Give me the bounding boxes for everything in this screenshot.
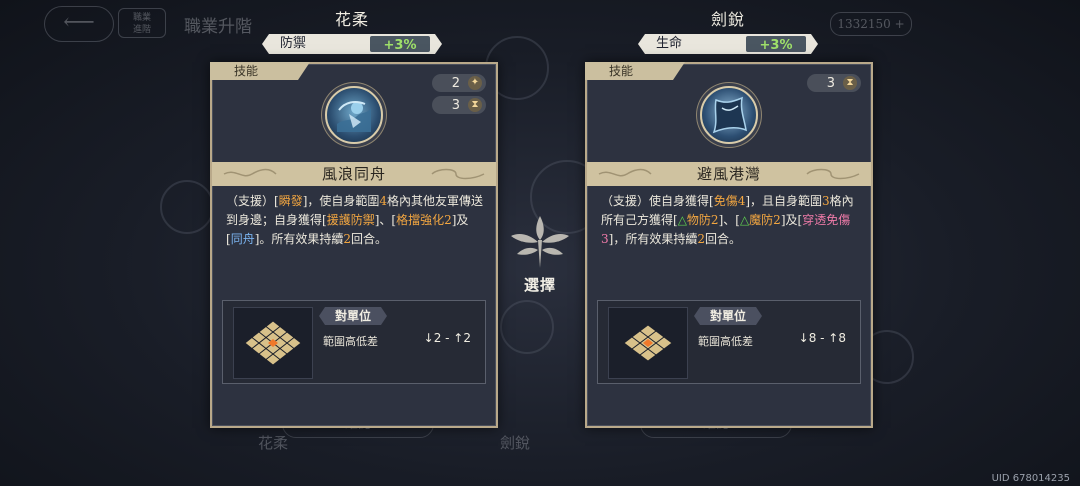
skill-description: （支援）[瞬發]，使自身範圍4格內其他友軍傳送到身邊；自身獲得[援護防禦]、[格… [226,194,484,246]
back-button[interactable]: ⟵ [44,6,114,42]
tree-emblem-icon [511,216,569,268]
menu-button[interactable]: 職業 進階 [118,8,166,38]
skill-name-banner: 風浪同舟 [212,162,496,186]
bg-name-right: 劍銳 [500,434,531,452]
range-height-label: 範圍高低差 [323,335,378,348]
star-icon: ✦ [468,76,482,90]
range-grid [233,307,313,379]
bg-node [500,300,554,354]
skill-name-banner: 避風港灣 [587,162,871,186]
ornament-icon [431,168,485,180]
left-header: 花柔 防禦 +3% [262,6,442,54]
bg-name-left: 花柔 [258,434,289,452]
cost-counter: 2 ✦ [432,74,486,92]
stat-label: 生命 [656,36,683,51]
skill-name: 避風港灣 [696,165,761,183]
stat-chip-left: 防禦 +3% [262,34,442,54]
skill-name: 風浪同舟 [321,165,386,183]
skill-tab: 技能 [585,62,685,80]
select-label: 選擇 [523,276,556,294]
user-id: UID 678014235 [991,473,1070,484]
skill-icon-wind-wave [325,86,383,144]
range-height-value: ↓2 - ↑2 [423,331,471,345]
stat-label: 防禦 [280,36,307,51]
skill-tab: 技能 [210,62,310,80]
range-target-label: 對單位 [319,307,387,325]
stat-value: +3% [370,36,430,52]
ornament-icon [223,168,277,177]
skill-card-left[interactable]: 技能 2 ✦ 3 ⧗ 風浪同舟 （支援）[瞬發]，使自身範圍4格內其他友軍傳送到… [210,62,498,428]
class-name-left: 花柔 [334,10,369,29]
range-panel: 對單位 範圍高低差 ↓2 - ↑2 [222,300,486,384]
arrow-left-icon: ⟵ [63,10,95,35]
range-panel: 對單位 範圍高低差 ↓8 - ↑8 [597,300,861,384]
class-name-right: 劍銳 [710,10,745,29]
skill-card-right[interactable]: 技能 3 ⧗ 避風港灣 （支援）使自身獲得[免傷4]，且自身範圍3格內所有己方獲… [585,62,873,428]
range-height-value: ↓8 - ↑8 [798,331,846,345]
cooldown-counter: 3 ⧗ [432,96,486,114]
counters: 3 ⧗ [807,74,861,92]
select-button[interactable]: 選擇 [505,210,575,295]
range-grid [608,307,688,379]
right-header: 劍銳 生命 +3% [638,6,818,54]
range-target-label: 對單位 [694,307,762,325]
hourglass-icon: ⧗ [843,76,857,90]
ornament-icon [598,168,652,177]
hourglass-icon: ⧗ [468,98,482,112]
stat-value: +3% [746,36,806,52]
ornament-icon [806,168,860,180]
cooldown-counter: 3 ⧗ [807,74,861,92]
skill-icon-safe-harbor [700,86,758,144]
resource-counter: 1332150 + [830,12,912,36]
skill-description: （支援）使自身獲得[免傷4]，且自身範圍3格內所有己方獲得[△物防2]、[△魔防… [601,194,854,246]
background-title: 職業升階 [184,17,252,37]
counters: 2 ✦ 3 ⧗ [432,74,486,114]
stat-chip-right: 生命 +3% [638,34,818,54]
range-height-label: 範圍高低差 [698,335,753,348]
bg-node [160,180,214,234]
